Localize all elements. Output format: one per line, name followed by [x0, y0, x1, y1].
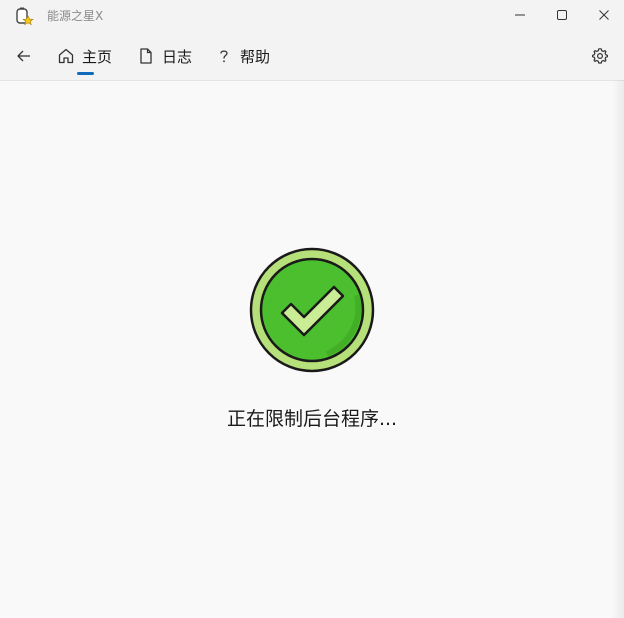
title-bar: 能源之星X: [0, 0, 624, 32]
nav-label-home: 主页: [82, 47, 113, 66]
maximize-button[interactable]: [540, 0, 584, 30]
app-title: 能源之星X: [47, 9, 104, 23]
status-message: 正在限制后台程序...: [226, 408, 398, 430]
minimize-button[interactable]: [498, 0, 542, 30]
selected-indicator: [77, 72, 94, 75]
minimize-icon: [515, 14, 525, 16]
close-icon: [599, 10, 609, 20]
close-button[interactable]: [582, 0, 624, 30]
navigation-bar: 主页 日志 帮助: [0, 32, 624, 81]
back-arrow-icon: [17, 50, 30, 62]
document-icon: [136, 46, 156, 66]
window-edge-shadow: [612, 80, 624, 618]
gear-icon: [592, 48, 608, 64]
nav-item-log[interactable]: 日志: [136, 44, 192, 68]
nav-item-home[interactable]: 主页: [56, 44, 112, 68]
app-logo-icon: [15, 6, 35, 26]
nav-label-help: 帮助: [240, 47, 271, 66]
home-icon: [56, 46, 76, 66]
nav-label-log: 日志: [162, 47, 193, 66]
check-circle-icon: [249, 247, 375, 373]
maximize-icon: [557, 10, 567, 20]
question-icon: [214, 46, 234, 66]
settings-button[interactable]: [588, 44, 612, 68]
back-button[interactable]: [12, 44, 36, 68]
nav-item-help[interactable]: 帮助: [214, 44, 270, 68]
